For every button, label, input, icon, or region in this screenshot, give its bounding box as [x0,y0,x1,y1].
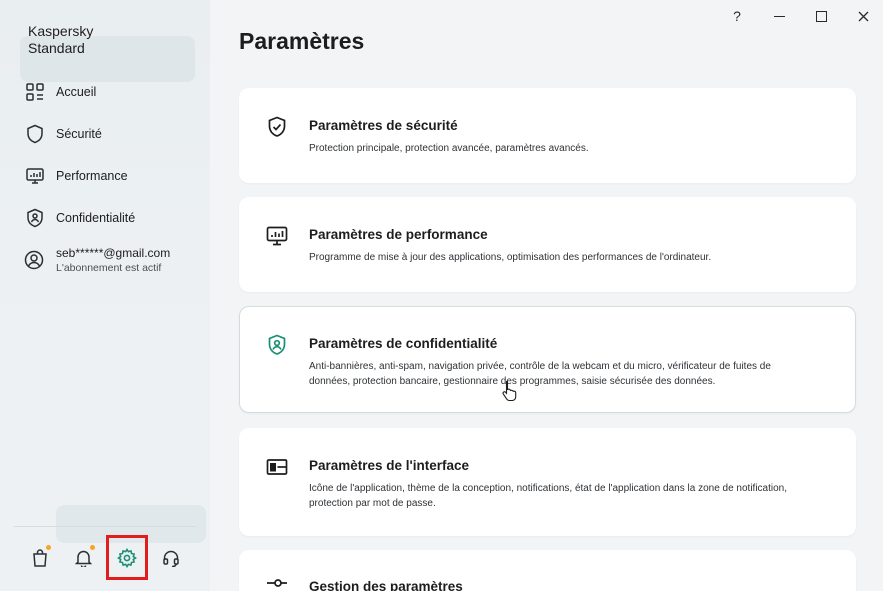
monitor-icon [266,225,288,247]
card-description: Programme de mise à jour des application… [309,252,712,263]
sidebar-item-accueil[interactable]: Accueil [24,80,96,104]
account-text: seb******@gmail.com L'abonnement est act… [56,246,170,276]
sidebar-item-label: Sécurité [56,127,102,141]
manage-settings-card[interactable]: Gestion des paramètres [239,550,856,591]
maximize-button[interactable] [807,5,835,27]
privacy-shield-icon [24,207,46,229]
privacy-shield-icon [266,334,288,356]
shopping-bag-icon [32,549,48,567]
headset-icon [162,549,180,567]
sidebar: Kaspersky Standard Accueil Sécurité Perf… [0,0,210,591]
card-title: Paramètres de performance [309,227,488,242]
security-settings-card[interactable]: Paramètres de sécurité Protection princi… [239,88,856,183]
performance-settings-card[interactable]: Paramètres de performance Programme de m… [239,197,856,292]
sidebar-item-label: Confidentialité [56,211,136,225]
support-button[interactable] [157,544,185,572]
sliders-icon [266,572,288,591]
account-status: L'abonnement est actif [56,262,162,274]
privacy-settings-card[interactable]: Paramètres de confidentialité Anti-banni… [239,306,856,413]
card-description: Icône de l'application, thème de la conc… [309,483,788,509]
shield-check-icon [266,116,288,138]
minimize-icon [773,15,785,17]
page-title: Paramètres [239,28,365,54]
sidebar-item-label: Performance [56,169,128,183]
card-description: Protection principale, protection avancé… [309,143,589,154]
shield-icon [24,123,46,145]
minimize-button[interactable] [765,5,793,27]
account-item[interactable]: seb******@gmail.com L'abonnement est act… [24,246,170,276]
card-title: Paramètres de confidentialité [309,336,498,351]
sidebar-item-securite[interactable]: Sécurité [24,122,102,146]
close-icon [858,11,868,21]
notifications-badge [90,545,95,550]
card-title: Gestion des paramètres [309,579,463,591]
interface-settings-card[interactable]: Paramètres de l'interface Icône de l'app… [239,428,856,536]
notifications-button[interactable] [69,544,97,572]
card-description: Anti-bannières, anti-spam, navigation pr… [309,361,771,387]
card-title: Paramètres de sécurité [309,118,458,133]
sidebar-item-performance[interactable]: Performance [24,164,128,188]
user-circle-icon [24,250,46,272]
main-content: ? Paramètres Paramètres de sécurité Prot… [210,0,883,591]
sidebar-item-label: Accueil [56,85,97,99]
layout-icon [266,456,288,478]
app-window: Kaspersky Standard Accueil Sécurité Perf… [0,0,883,591]
home-grid-icon [24,81,46,103]
maximize-icon [815,10,827,22]
app-title: Kaspersky Standard [28,23,94,56]
mouse-pointer-icon [502,380,517,402]
bell-icon [74,549,92,567]
sidebar-divider [14,526,196,527]
monitor-icon [24,165,46,187]
close-button[interactable] [849,5,877,27]
help-button[interactable]: ? [723,5,751,27]
card-title: Paramètres de l'interface [309,458,470,473]
settings-highlight-box [106,535,148,580]
store-button[interactable] [26,544,54,572]
account-email: seb******@gmail.com [56,246,171,260]
sidebar-item-confidentialite[interactable]: Confidentialité [24,206,135,230]
store-badge [46,545,51,550]
